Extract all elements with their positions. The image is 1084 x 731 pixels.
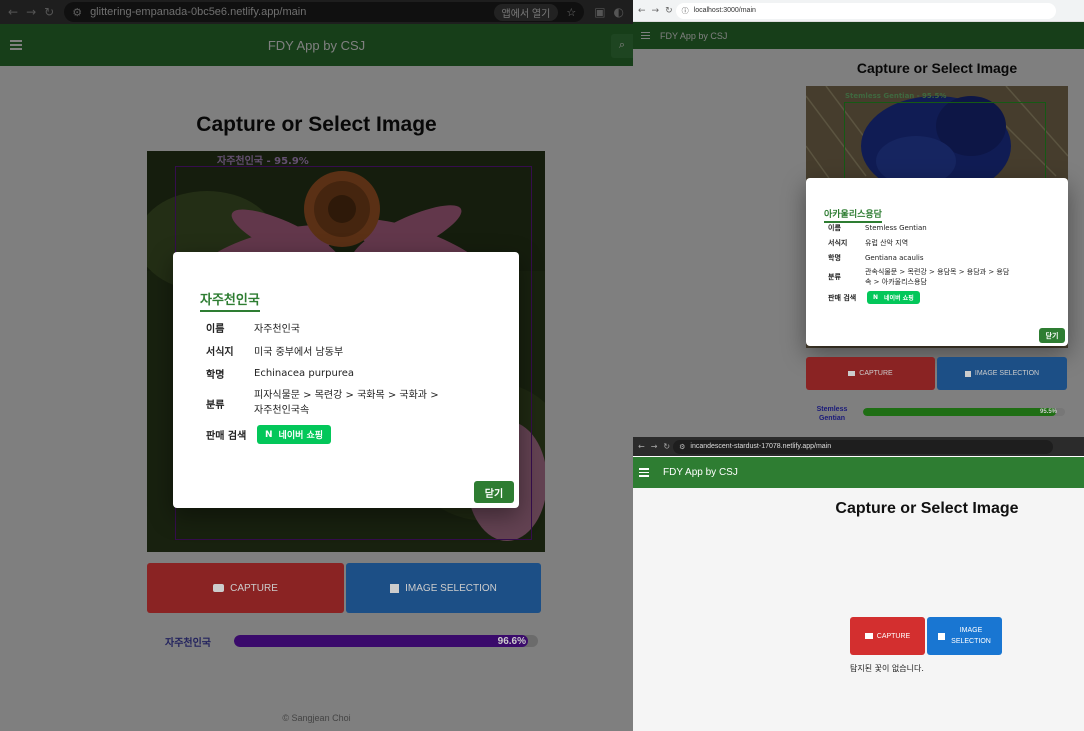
naver-icon: N: [265, 429, 273, 440]
dialog-row-value: 유럽 산악 지역: [865, 239, 909, 247]
result-name: 자주천인국: [165, 638, 211, 649]
reload-icon[interactable]: ↻: [665, 6, 673, 16]
left-browser-window: ← → ↻ ⚙ glittering-empanada-0bc5e6.netli…: [0, 0, 633, 731]
naver-icon: N: [873, 294, 879, 301]
image-selection-button[interactable]: IMAGE SELECTION: [927, 617, 1002, 655]
dialog-row-label: 학명: [206, 370, 225, 381]
confidence-bar: 96.6%: [234, 635, 538, 647]
left-info-dialog: 자주천인국 이름 자주천인국 서식지 미국 중부에서 남동부 학명 Echina…: [173, 252, 519, 508]
dialog-row-value: 미국 중부에서 남동부: [254, 347, 344, 358]
url-text: localhost:3000/main: [693, 7, 756, 14]
capture-button[interactable]: CAPTURE: [806, 357, 935, 390]
dialog-row-label: 서식지: [828, 239, 848, 247]
dialog-row-label: 이름: [828, 224, 841, 232]
site-settings-icon[interactable]: ⚙: [679, 443, 685, 451]
rb-app-bar: FDY App by CSJ: [633, 457, 1084, 488]
footer-copyright: © Sangjean Choi: [282, 713, 351, 723]
right-bottom-browser-window: ← → ↻ ⚙ incandescent-stardust-17078.netl…: [633, 437, 1084, 731]
dialog-row-habitat: 서식지 미국 중부에서 남동부: [206, 343, 343, 358]
dialog-row-shop: 판매 검색 N 네이버 쇼핑: [828, 291, 920, 304]
camera-icon: [848, 371, 856, 376]
dialog-close-button[interactable]: 닫기: [474, 481, 514, 503]
naver-shopping-button[interactable]: N 네이버 쇼핑: [867, 291, 920, 304]
capture-button[interactable]: CAPTURE: [147, 563, 344, 613]
rb-address-bar[interactable]: ⚙ incandescent-stardust-17078.netlify.ap…: [673, 439, 1054, 454]
rt-address-bar[interactable]: ⓘ localhost:3000/main: [675, 2, 1056, 19]
dialog-row-label: 서식지: [206, 347, 234, 358]
dialog-row-label: 분류: [206, 399, 225, 411]
naver-shopping-button[interactable]: N 네이버 쇼핑: [257, 425, 332, 444]
right-top-browser-window: ← → ↻ ⓘ localhost:3000/main FDY App by C…: [633, 0, 1084, 437]
image-selection-button[interactable]: IMAGE SELECTION: [937, 357, 1067, 390]
forward-icon[interactable]: →: [651, 442, 658, 451]
dialog-title: 아카울리스용담: [824, 207, 882, 223]
image-selection-button[interactable]: IMAGE SELECTION: [346, 563, 541, 613]
app-title: FDY App by CSJ: [663, 467, 738, 478]
rt-info-dialog: 아카울리스용담 이름 Stemless Gentian 서식지 유럽 산악 지역…: [806, 178, 1068, 346]
dialog-row-scientific: 학명 Echinacea purpurea: [206, 366, 354, 381]
confidence-fill: [863, 408, 1056, 416]
confidence-fill: [234, 635, 528, 647]
dialog-row-label: 이름: [206, 324, 225, 335]
dialog-row-label: 분류: [828, 273, 841, 281]
page-heading: Capture or Select Image: [835, 500, 1019, 517]
confidence-percent: 95.5%: [1039, 409, 1057, 415]
dialog-row-name: 이름 Stemless Gentian: [828, 223, 927, 233]
dialog-row-label: 판매 검색: [206, 431, 247, 442]
back-icon[interactable]: ←: [638, 6, 646, 16]
rb-content: [633, 488, 1084, 731]
confidence-percent: 96.6%: [497, 635, 526, 647]
forward-icon[interactable]: →: [652, 6, 660, 16]
result-name: Stemless Gentian: [816, 406, 848, 422]
dialog-row-name: 이름 자주천인국: [206, 320, 300, 335]
dialog-row-shop: 판매 검색 N 네이버 쇼핑: [206, 425, 332, 444]
dialog-row-taxonomy: 분류 관속식물문 > 목련강 > 용담목 > 용담과 > 용담속 > 아카울리스…: [828, 267, 1015, 287]
dialog-row-value: Gentiana acaulis: [865, 254, 924, 262]
info-icon[interactable]: ⓘ: [682, 6, 689, 16]
dialog-row-taxonomy: 분류 피자식물문 > 목련강 > 국화목 > 국화과 > 자주천인국속: [206, 388, 444, 418]
camera-icon: [213, 584, 225, 592]
dialog-row-value: 관속식물문 > 목련강 > 용담목 > 용담과 > 용담속 > 아카울리스용담: [865, 268, 1010, 286]
back-icon[interactable]: ←: [638, 442, 645, 451]
reload-icon[interactable]: ↻: [663, 442, 670, 451]
menu-icon[interactable]: [639, 466, 649, 479]
dialog-close-button[interactable]: 닫기: [1039, 328, 1065, 343]
confidence-bar: 95.5%: [863, 408, 1065, 416]
dialog-row-label: 판매 검색: [828, 293, 857, 302]
no-flower-message: 탐지된 꽃이 없습니다.: [850, 664, 924, 673]
image-icon: [964, 370, 971, 377]
dialog-row-value: 자주천인국: [254, 324, 300, 335]
rt-browser-toolbar: ← → ↻ ⓘ localhost:3000/main: [633, 0, 1084, 22]
rb-browser-toolbar: ← → ↻ ⚙ incandescent-stardust-17078.netl…: [633, 437, 1084, 456]
dialog-row-scientific: 학명 Gentiana acaulis: [828, 253, 924, 263]
url-text: incandescent-stardust-17078.netlify.app/…: [690, 443, 832, 450]
dialog-row-value: 피자식물문 > 목련강 > 국화목 > 국화과 > 자주천인국속: [254, 390, 439, 416]
dialog-title: 자주천인국: [200, 289, 260, 312]
capture-button[interactable]: CAPTURE: [850, 617, 925, 655]
camera-icon: [864, 633, 873, 639]
image-icon: [390, 583, 400, 593]
dialog-row-value: Echinacea purpurea: [254, 368, 355, 379]
dialog-row-label: 학명: [828, 254, 841, 262]
dialog-row-value: Stemless Gentian: [865, 224, 927, 232]
image-icon: [938, 632, 945, 640]
dialog-row-habitat: 서식지 유럽 산악 지역: [828, 238, 908, 248]
